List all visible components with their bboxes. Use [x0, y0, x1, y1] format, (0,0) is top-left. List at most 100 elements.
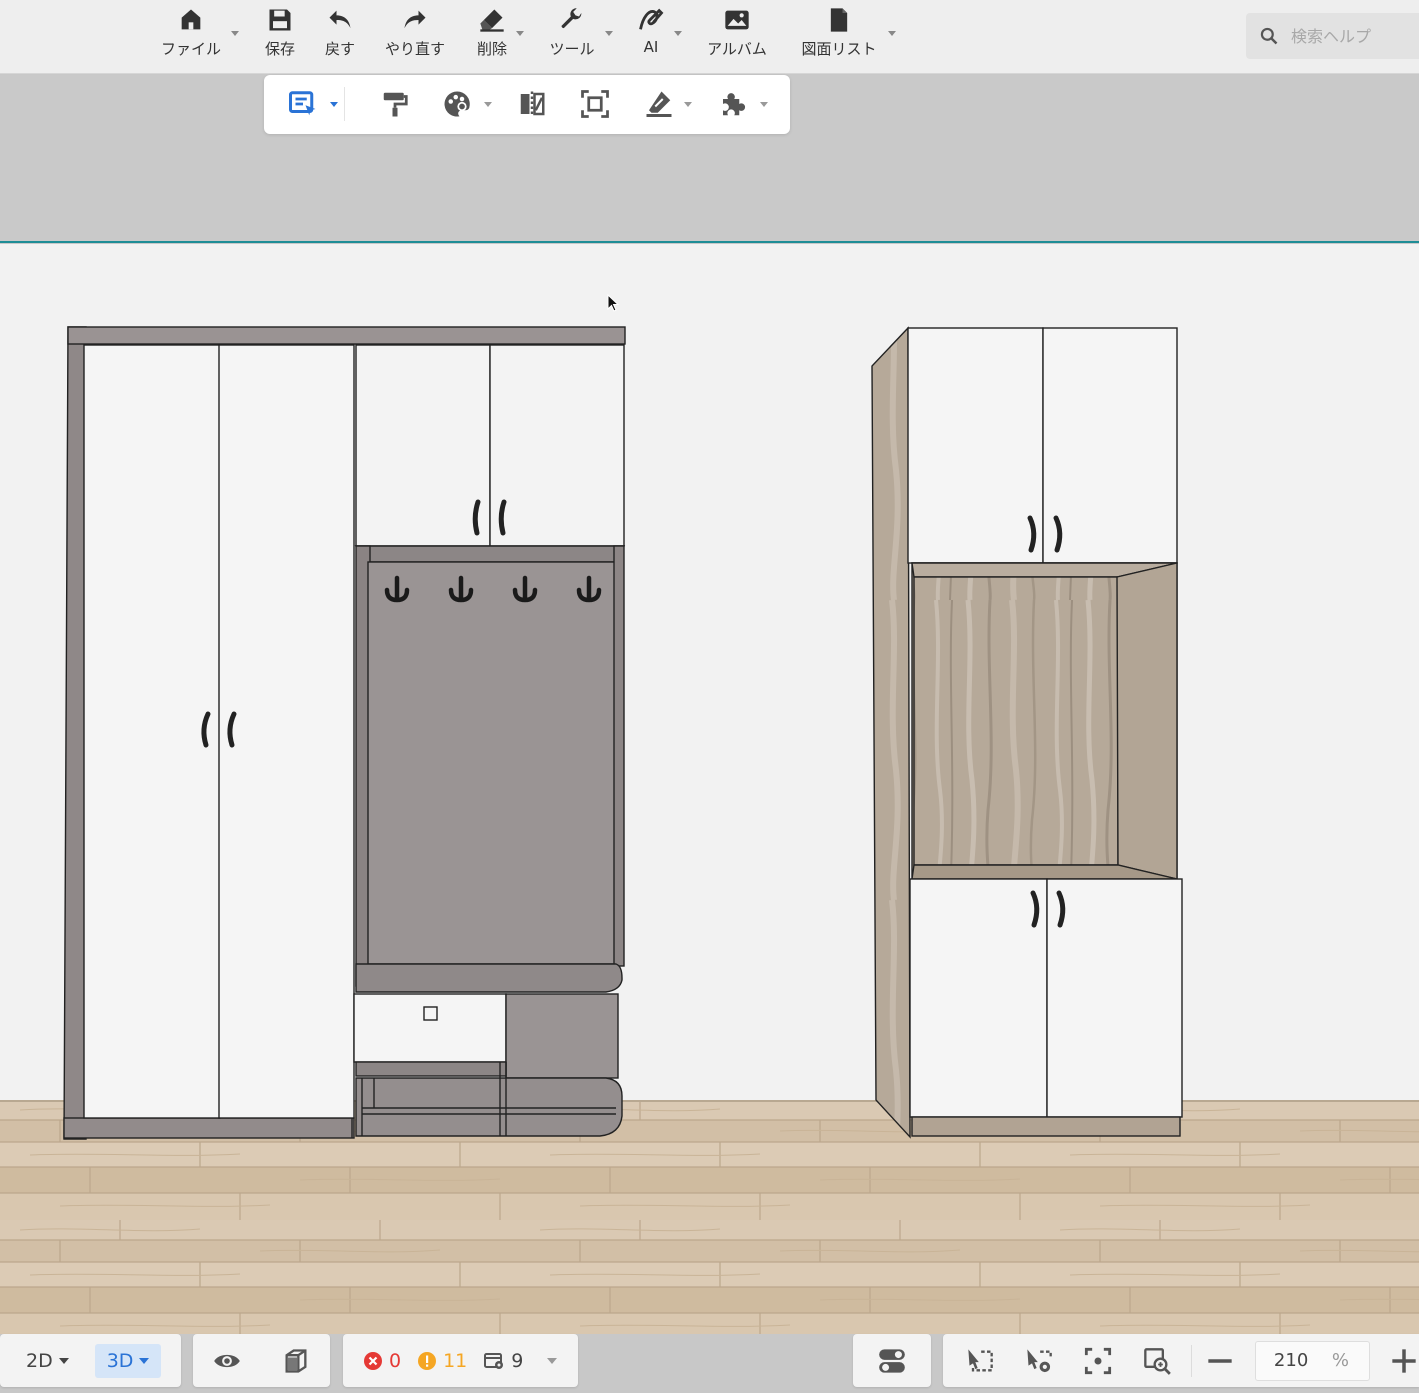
mirror-icon	[520, 91, 545, 117]
tools-chevron-down-icon[interactable]	[605, 31, 613, 36]
redo-button[interactable]: やり直す	[382, 6, 448, 68]
warning-count-value: 11	[443, 1349, 468, 1372]
entry-wardrobe-unit	[63, 326, 626, 1140]
view-3d-button[interactable]: 3D	[94, 1343, 162, 1378]
zoom-fit-button[interactable]	[1138, 1341, 1177, 1381]
drawing-list-chevron-down-icon[interactable]	[888, 31, 896, 36]
divider	[1190, 1344, 1192, 1377]
zoom-in-button[interactable]	[1390, 1341, 1419, 1381]
region-select-button[interactable]	[961, 1341, 1000, 1381]
select-tool-button[interactable]	[288, 89, 318, 119]
tools-menu-button[interactable]: ツール	[546, 6, 598, 68]
zoom-value: 210	[1273, 1350, 1309, 1371]
view-3d-chevron-down-icon	[139, 1357, 150, 1364]
tools-label: ツール	[549, 40, 595, 58]
zoom-level-field[interactable]: 210 %	[1254, 1340, 1370, 1381]
ai-label: AI	[643, 38, 659, 56]
error-icon	[364, 1351, 382, 1370]
status-chevron-down-icon[interactable]	[547, 1357, 558, 1364]
home-icon	[181, 9, 201, 30]
visibility-panel	[193, 1334, 330, 1387]
level-icon	[646, 91, 672, 117]
plugin-button[interactable]	[718, 89, 748, 119]
select-tool-icon	[289, 91, 316, 116]
select-tool-chevron-down-icon[interactable]	[330, 102, 338, 107]
select-settings-icon	[1027, 1348, 1053, 1372]
visibility-button[interactable]	[207, 1341, 247, 1381]
group-select-button[interactable]	[580, 89, 610, 119]
save-button[interactable]: 保存	[260, 6, 300, 68]
scene-render	[0, 244, 1419, 1334]
view-2d-chevron-down-icon	[58, 1357, 69, 1364]
save-icon	[269, 9, 291, 31]
material-palette-chevron-down-icon[interactable]	[484, 102, 492, 107]
album-label: アルバム	[707, 40, 767, 58]
drawing-list-label: 図面リスト	[801, 40, 877, 58]
focus-button[interactable]	[1079, 1341, 1118, 1381]
3d-viewport[interactable]	[0, 75, 1419, 1393]
plugin-icon	[723, 93, 746, 116]
search-icon	[1260, 27, 1278, 45]
ai-menu-button[interactable]: AI	[634, 6, 668, 68]
zoom-unit: %	[1331, 1350, 1350, 1371]
zoom-out-button[interactable]	[1206, 1341, 1235, 1381]
settings-panel	[853, 1334, 931, 1387]
search-input[interactable]	[1289, 25, 1413, 47]
material-palette-button[interactable]	[442, 89, 472, 119]
undo-button[interactable]: 戻す	[320, 6, 360, 68]
material-palette-icon	[444, 91, 470, 117]
edit-toolbar	[264, 75, 790, 134]
ai-icon	[639, 8, 664, 30]
plus-icon	[1392, 1348, 1417, 1373]
view-2d-label: 2D	[26, 1349, 53, 1372]
ai-chevron-down-icon[interactable]	[674, 31, 682, 36]
component-count-value: 9	[511, 1349, 524, 1372]
album-button[interactable]: アルバム	[704, 6, 770, 68]
drawing-list-button[interactable]: 図面リスト	[797, 6, 881, 68]
tall-cabinet-unit	[871, 326, 1183, 1139]
cube-icon	[285, 1348, 307, 1373]
region-select-icon	[968, 1348, 994, 1371]
error-count-value: 0	[389, 1349, 402, 1372]
component-count[interactable]: 9	[483, 1350, 523, 1372]
help-search[interactable]	[1246, 13, 1419, 59]
zoom-fit-icon	[1144, 1347, 1172, 1375]
mirror-button[interactable]	[517, 89, 547, 119]
zoom-panel: 210 %	[943, 1334, 1419, 1387]
file-menu-label: ファイル	[160, 40, 221, 58]
divider	[344, 87, 345, 121]
mouse-cursor-icon	[607, 294, 620, 312]
minus-icon	[1208, 1358, 1232, 1363]
redo-icon	[404, 10, 426, 29]
delete-chevron-down-icon[interactable]	[516, 31, 524, 36]
view-mode-switch: 2D 3D	[0, 1334, 181, 1387]
warning-count[interactable]: 11	[417, 1350, 467, 1372]
undo-icon	[329, 10, 351, 29]
file-menu-chevron-down-icon[interactable]	[231, 31, 239, 36]
paint-roller-icon	[383, 92, 408, 117]
cube-view-button[interactable]	[276, 1341, 316, 1381]
focus-icon	[1085, 1347, 1112, 1374]
select-settings-button[interactable]	[1020, 1341, 1059, 1381]
plugin-chevron-down-icon[interactable]	[760, 102, 768, 107]
status-panel[interactable]: 0 11 9	[343, 1334, 578, 1387]
group-select-icon	[581, 90, 609, 118]
file-menu-button[interactable]: ファイル	[158, 6, 224, 68]
level-chevron-down-icon[interactable]	[684, 102, 692, 107]
redo-label: やり直す	[384, 40, 445, 58]
album-icon	[725, 10, 749, 30]
view-3d-label: 3D	[106, 1349, 134, 1372]
main-toolbar: ファイル 保存 戻す やり直す 削除 ツール AI アルバム 図面リスト	[0, 0, 1419, 74]
undo-label: 戻す	[324, 40, 355, 58]
toggle-settings-button[interactable]	[872, 1341, 912, 1381]
level-button[interactable]	[644, 89, 674, 119]
delete-button[interactable]: 削除	[474, 6, 510, 68]
paint-roller-button[interactable]	[380, 89, 410, 119]
wrench-icon	[561, 8, 582, 29]
view-2d-button[interactable]: 2D	[14, 1344, 81, 1378]
error-count[interactable]: 0	[363, 1350, 401, 1372]
toggle-icon	[879, 1348, 905, 1373]
component-icon	[484, 1352, 504, 1369]
warning-icon	[418, 1351, 437, 1370]
document-icon	[830, 8, 848, 32]
